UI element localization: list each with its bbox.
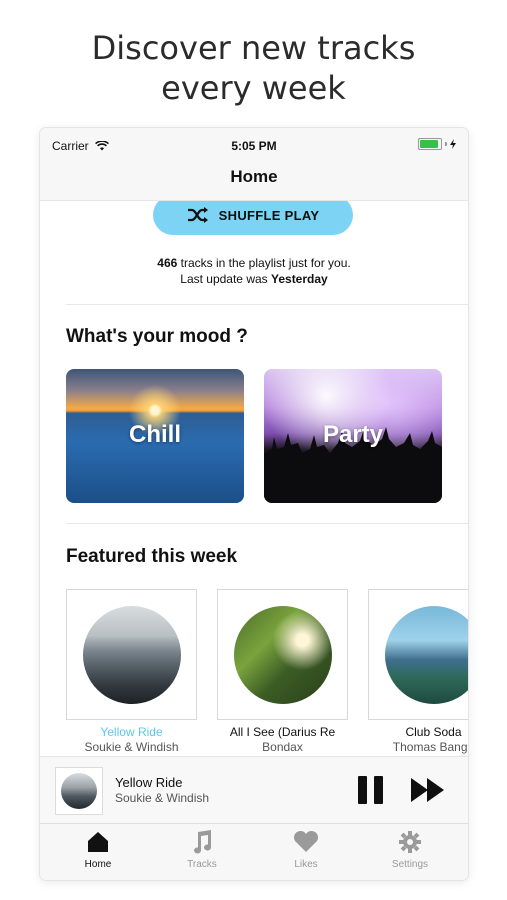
now-playing-artist: Soukie & Windish <box>115 791 210 805</box>
last-update-line: Last update was Yesterday <box>40 271 468 287</box>
track-title: All I See (Darius Re <box>229 725 336 739</box>
featured-track-card[interactable]: Yellow Ride Soukie & Windish <box>66 589 197 754</box>
featured-track-card[interactable]: Club Soda Thomas Banga <box>368 589 468 754</box>
nav-bar: Home <box>40 162 468 201</box>
track-artist: Thomas Banga <box>392 740 468 754</box>
mini-player[interactable]: Yellow Ride Soukie & Windish <box>40 756 468 823</box>
nav-title: Home <box>230 167 278 186</box>
tab-likes[interactable]: Likes <box>254 830 358 870</box>
mood-card-label: Chill <box>129 421 181 448</box>
next-track-button[interactable] <box>411 778 445 802</box>
divider <box>66 304 468 305</box>
track-artwork <box>83 606 181 704</box>
headline-line-2: every week <box>161 69 346 107</box>
mood-card-chill[interactable]: Chill <box>66 369 244 503</box>
shuffle-play-button[interactable]: SHUFFLE PLAY <box>153 201 353 235</box>
tab-label: Home <box>84 859 112 870</box>
promo-headline: Discover new tracks every week <box>0 28 507 108</box>
phone-screen: Carrier 5:05 PM Home SHUFFLE PLAY 466 tr… <box>40 128 468 880</box>
charging-bolt-icon <box>450 139 456 149</box>
now-playing-title: Yellow Ride <box>115 775 183 790</box>
mood-card-label: Party <box>322 421 384 448</box>
playlist-count-line: 466 tracks in the playlist just for you. <box>40 255 468 271</box>
tab-home[interactable]: Home <box>46 830 150 870</box>
shuffle-icon <box>187 207 208 223</box>
playlist-info: 466 tracks in the playlist just for you.… <box>40 255 468 287</box>
home-icon <box>88 832 108 852</box>
track-title: Club Soda <box>405 725 462 739</box>
track-artwork-frame <box>217 589 348 720</box>
last-update-prefix: Last update was <box>180 272 271 286</box>
track-artwork-frame <box>368 589 468 720</box>
mood-card-party[interactable]: Party <box>264 369 442 503</box>
tab-label: Settings <box>391 859 429 870</box>
last-update-value: Yesterday <box>271 272 328 286</box>
heart-icon <box>293 831 319 852</box>
featured-section-title: Featured this week <box>66 546 238 567</box>
home-content[interactable]: SHUFFLE PLAY 466 tracks in the playlist … <box>40 201 468 756</box>
tab-settings[interactable]: Settings <box>358 830 462 870</box>
tab-tracks[interactable]: Tracks <box>150 830 254 870</box>
tab-bar: Home Tracks Likes Settings <box>40 823 468 880</box>
status-time: 5:05 PM <box>231 139 277 153</box>
gear-icon <box>399 831 421 853</box>
tab-label: Likes <box>294 859 318 870</box>
status-bar: Carrier 5:05 PM <box>40 128 468 162</box>
featured-tracks-carousel[interactable]: Yellow Ride Soukie & Windish All I See (… <box>66 589 468 756</box>
track-artwork-frame <box>66 589 197 720</box>
music-note-icon <box>194 830 212 854</box>
track-count-text: tracks in the playlist just for you. <box>177 256 351 270</box>
mood-section-title: What's your mood ? <box>66 326 248 347</box>
featured-track-card[interactable]: All I See (Darius Re Bondax <box>217 589 348 754</box>
divider <box>66 523 468 524</box>
track-count: 466 <box>157 256 178 270</box>
track-artist: Soukie & Windish <box>84 740 179 754</box>
tab-label: Tracks <box>187 859 217 870</box>
track-artist: Bondax <box>262 740 303 754</box>
track-artwork <box>234 606 332 704</box>
headline-line-1: Discover new tracks <box>91 29 416 67</box>
track-artwork <box>385 606 468 704</box>
battery-icon <box>418 138 456 150</box>
pause-button[interactable] <box>358 776 384 804</box>
now-playing-artwork <box>55 767 103 815</box>
track-title: Yellow Ride <box>100 725 163 739</box>
pause-icon <box>358 776 367 804</box>
shuffle-play-label: SHUFFLE PLAY <box>218 207 320 223</box>
